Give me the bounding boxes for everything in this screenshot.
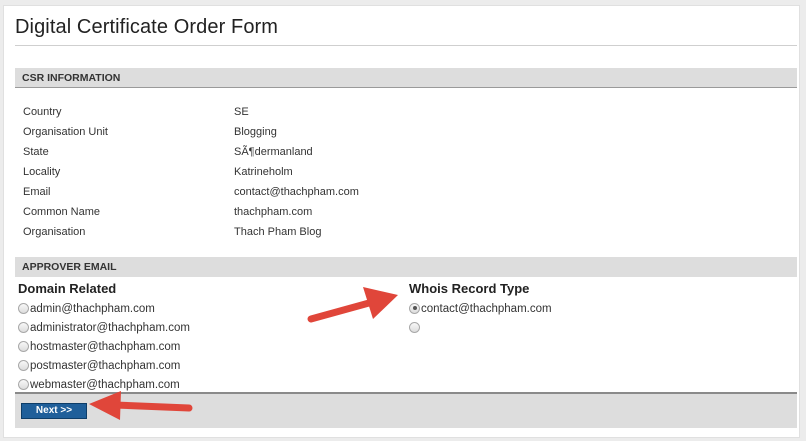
csr-label: Common Name (23, 206, 101, 218)
next-button[interactable]: Next >> (21, 403, 87, 419)
radio-button-icon[interactable] (18, 321, 29, 333)
csr-info-table: Country SE Organisation Unit Blogging St… (23, 102, 523, 242)
csr-section-header: CSR INFORMATION (15, 68, 797, 88)
csr-row-state: State SÃ¶dermanland (23, 142, 523, 162)
csr-row-email: Email contact@thachpham.com (23, 182, 523, 202)
approver-option-label: postmaster@thachpham.com (30, 360, 181, 372)
approver-option-admin[interactable]: admin@thachpham.com (18, 300, 190, 319)
page-title: Digital Certificate Order Form (15, 16, 279, 38)
annotation-arrow-icon (89, 391, 193, 420)
csr-label: Organisation (23, 226, 86, 238)
csr-label: Country (23, 106, 62, 118)
csr-value: Thach Pham Blog (234, 226, 322, 238)
domain-related-options: admin@thachpham.com administrator@thachp… (18, 300, 190, 395)
radio-button-icon[interactable] (409, 321, 420, 333)
approver-option-administrator[interactable]: administrator@thachpham.com (18, 319, 190, 338)
csr-value: thachpham.com (234, 206, 313, 218)
annotation-arrow-icon (307, 287, 398, 323)
csr-value: Blogging (234, 126, 277, 138)
title-divider (15, 45, 797, 46)
approver-option-label: admin@thachpham.com (30, 303, 155, 315)
radio-button-icon[interactable] (409, 302, 420, 314)
whois-record-options: contact@thachpham.com (409, 300, 552, 338)
whois-option-label: contact@thachpham.com (421, 303, 552, 315)
approver-option-label: hostmaster@thachpham.com (30, 341, 181, 353)
domain-related-heading: Domain Related (18, 281, 117, 296)
approver-section-header: APPROVER EMAIL (15, 257, 797, 277)
csr-row-organisation: Organisation Thach Pham Blog (23, 222, 523, 242)
csr-value: Katrineholm (234, 166, 293, 178)
csr-value: SE (234, 106, 249, 118)
approver-option-label: administrator@thachpham.com (30, 322, 190, 334)
radio-button-icon[interactable] (18, 302, 29, 314)
whois-option-empty[interactable] (409, 319, 552, 338)
csr-row-locality: Locality Katrineholm (23, 162, 523, 182)
order-form-panel: Digital Certificate Order Form CSR INFOR… (3, 5, 800, 438)
csr-label: Organisation Unit (23, 126, 108, 138)
csr-row-common-name: Common Name thachpham.com (23, 202, 523, 222)
csr-value: SÃ¶dermanland (234, 146, 313, 158)
csr-label: Email (23, 186, 51, 198)
csr-label: Locality (23, 166, 61, 178)
csr-row-organisation-unit: Organisation Unit Blogging (23, 122, 523, 142)
radio-button-icon[interactable] (18, 378, 29, 390)
approver-option-postmaster[interactable]: postmaster@thachpham.com (18, 357, 190, 376)
csr-label: State (23, 146, 49, 158)
csr-value: contact@thachpham.com (234, 186, 359, 198)
radio-button-icon[interactable] (18, 340, 29, 352)
approver-option-hostmaster[interactable]: hostmaster@thachpham.com (18, 338, 190, 357)
radio-button-icon[interactable] (18, 359, 29, 371)
csr-row-country: Country SE (23, 102, 523, 122)
whois-record-heading: Whois Record Type (409, 281, 530, 296)
whois-option-contact[interactable]: contact@thachpham.com (409, 300, 552, 319)
